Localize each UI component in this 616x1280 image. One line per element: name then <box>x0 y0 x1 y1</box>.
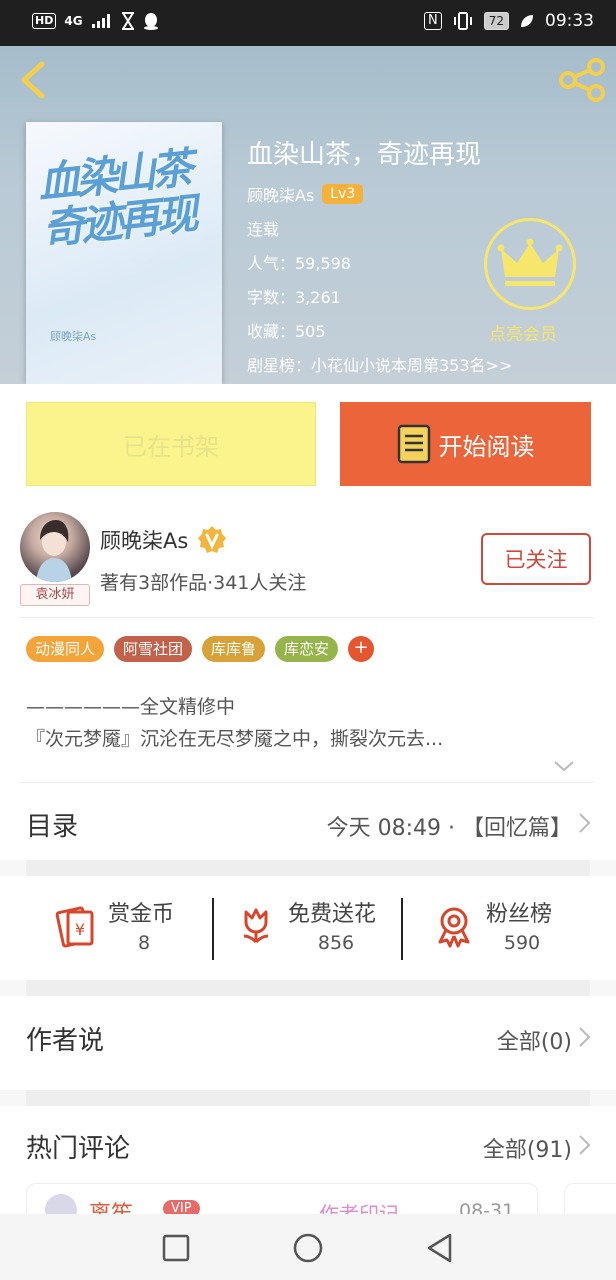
stat-value: 856 <box>317 932 355 954</box>
stat-value: 590 <box>503 932 541 954</box>
cover-signature: 顾晚柒As <box>50 330 97 343</box>
book-title: 血染山茶，奇迹再现 <box>247 140 482 170</box>
flower-icon <box>243 908 269 944</box>
book-word-count: 字数：3,261 <box>247 288 341 307</box>
nfc-icon: N <box>423 12 442 30</box>
red-envelope-icon: ¥ <box>55 906 94 948</box>
stat-divider <box>401 898 403 960</box>
tag-list: 动漫同人 阿雪社团 库库鲁 库恋安 + <box>26 636 375 662</box>
section-gap <box>26 1090 590 1106</box>
book-author-line: 顾晚柒As Lv3 <box>247 182 364 206</box>
qq-icon <box>143 13 158 30</box>
in-bookshelf-button[interactable]: 已在书架 <box>26 402 316 486</box>
stat-label: 免费送花 <box>288 902 377 927</box>
chevron-right-icon <box>579 1027 591 1047</box>
avatar-illustration <box>36 520 72 582</box>
recent-apps-button[interactable] <box>160 1232 192 1264</box>
share-icon <box>559 58 605 102</box>
book-cover[interactable]: 血染山茶奇迹再现 顾晚柒As <box>26 122 222 384</box>
hot-comments-all-link[interactable]: 全部(91) <box>483 1132 572 1164</box>
stat-label: 赏金币 <box>108 902 175 927</box>
medal-icon <box>438 907 470 948</box>
chevron-right-icon <box>579 1135 591 1155</box>
book-author[interactable]: 顾晚柒As <box>247 182 314 206</box>
hd-indicator: HD <box>32 13 57 29</box>
start-reading-label: 开始阅读 <box>438 432 535 461</box>
vip-crown-badge[interactable] <box>484 218 576 310</box>
level-badge: Lv3 <box>322 184 364 204</box>
vip-label[interactable]: 点亮会员 <box>489 320 557 345</box>
chevron-left-icon <box>21 61 45 99</box>
action-bar: 已在书架 开始阅读 <box>0 384 616 500</box>
divider <box>20 782 594 783</box>
hot-comments-title: 热门评论 <box>26 1134 131 1164</box>
add-tag-button[interactable]: + <box>348 636 375 662</box>
chevron-down-icon[interactable] <box>553 758 575 774</box>
section-gap <box>26 860 590 876</box>
tag-item[interactable]: 阿雪社团 <box>114 636 193 662</box>
verified-icon <box>198 526 227 553</box>
vibrate-icon <box>453 12 472 30</box>
stat-label: 粉丝榜 <box>486 902 553 927</box>
catalog-title: 目录 <box>26 812 79 842</box>
intro-block: 动漫同人 阿雪社团 库库鲁 库恋安 + ——————全文精修中 『次元梦魇』沉沦… <box>0 618 616 784</box>
free-flower-stat[interactable]: 免费送花 856 <box>234 896 394 962</box>
catalog-row[interactable]: 目录 今天 08:49 · 【回忆篇】 <box>0 784 616 860</box>
author-says-row[interactable]: 作者说 全部(0) <box>0 996 616 1090</box>
book-icon <box>397 424 430 464</box>
tag-item[interactable]: 动漫同人 <box>26 636 105 662</box>
intro-line: ——————全文精修中 <box>26 696 236 718</box>
back-button[interactable] <box>16 60 56 100</box>
author-says-title: 作者说 <box>26 1026 105 1056</box>
status-bar: HD 4G N 72 09:33 <box>0 0 616 46</box>
author-card: 袁冰妍 顾晚柒As 著有3部作品·341人关注 已关注 <box>0 500 616 618</box>
tag-item[interactable]: 库恋安 <box>275 636 339 662</box>
battery-indicator: 72 <box>483 12 509 30</box>
book-favorites: 收藏：505 <box>247 322 326 341</box>
stat-divider <box>212 898 214 960</box>
cover-title: 血染山茶奇迹再现 <box>35 143 197 254</box>
fan-ranking-stat[interactable]: 粉丝榜 590 <box>432 896 572 962</box>
share-button[interactable] <box>558 58 606 102</box>
leaf-icon <box>521 15 533 27</box>
reward-coins-stat[interactable]: ¥ 赏金币 8 <box>54 896 194 962</box>
start-reading-button[interactable]: 开始阅读 <box>340 402 591 486</box>
book-ranking-link[interactable]: 剧星榜：小花仙小说本周第353名>> <box>247 352 512 376</box>
back-nav-button[interactable] <box>424 1232 456 1264</box>
svg-text:¥: ¥ <box>75 920 85 939</box>
book-popularity: 人气：59,598 <box>247 254 351 273</box>
crown-icon <box>497 238 563 286</box>
stat-value: 8 <box>137 932 151 954</box>
author-says-all-link[interactable]: 全部(0) <box>497 1024 572 1056</box>
tag-item[interactable]: 库库鲁 <box>202 636 266 662</box>
system-nav-bar <box>0 1214 616 1280</box>
network-indicator: 4G <box>64 14 83 28</box>
stats-row: ¥ 赏金币 8 免费送花 856 粉丝榜 590 <box>0 876 616 980</box>
hourglass-icon <box>121 12 134 30</box>
follow-button[interactable]: 已关注 <box>481 533 591 585</box>
clock: 09:33 <box>545 11 594 31</box>
author-name: 顾晚柒As <box>100 529 189 553</box>
author-stats: 著有3部作品·341人关注 <box>100 572 307 594</box>
catalog-latest: 今天 08:49 · 【回忆篇】 <box>326 816 572 841</box>
home-button[interactable] <box>292 1232 324 1264</box>
book-header: 血染山茶奇迹再现 顾晚柒As 血染山茶，奇迹再现 顾晚柒As Lv3 连载 人气… <box>0 46 616 384</box>
avatar-tag: 袁冰妍 <box>20 584 90 606</box>
signal-icon <box>91 14 110 28</box>
intro-line: 『次元梦魇』沉沦在无尽梦魇之中，撕裂次元去... <box>26 728 444 750</box>
author-avatar[interactable] <box>20 512 90 582</box>
section-gap <box>26 980 590 996</box>
author-name-row[interactable]: 顾晚柒As <box>100 524 228 556</box>
chevron-right-icon <box>579 813 591 833</box>
book-status: 连载 <box>247 220 280 239</box>
